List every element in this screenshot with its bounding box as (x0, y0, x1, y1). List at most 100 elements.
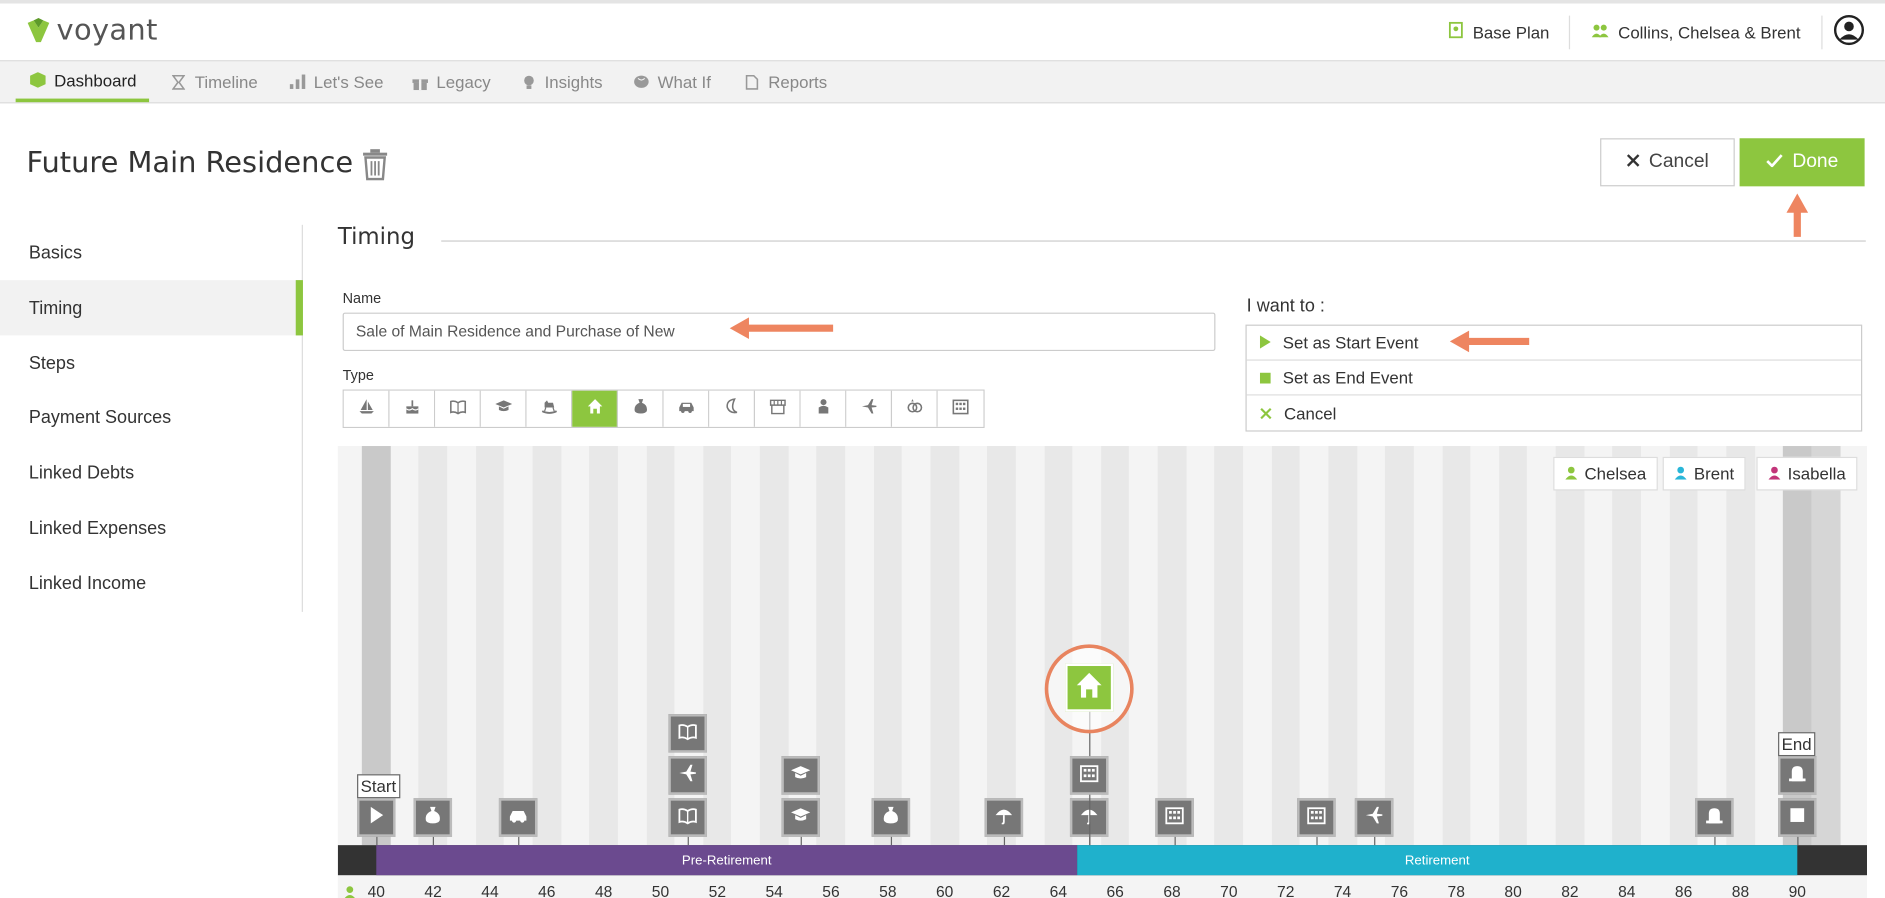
timeline-event-play[interactable] (357, 798, 396, 837)
sidebar-item-payment-sources[interactable]: Payment Sources (0, 390, 303, 445)
house-icon (1075, 670, 1104, 705)
type-option-plane[interactable] (846, 390, 893, 427)
sidebar-item-linked-debts[interactable]: Linked Debts (0, 445, 303, 500)
sidebar-item-steps[interactable]: Steps (0, 335, 303, 390)
tab-lets-see[interactable]: Let's See (289, 61, 383, 102)
tab-label: Dashboard (54, 70, 137, 90)
type-option-rings[interactable] (892, 390, 938, 427)
tab-reports[interactable]: Reports (744, 61, 827, 102)
timeline-event-stop[interactable] (1778, 798, 1817, 837)
axis-tick-label: 52 (708, 882, 727, 898)
sidebar-item-basics[interactable]: Basics (0, 225, 303, 280)
type-option-rocking-horse[interactable] (526, 390, 573, 427)
timeline-event-building[interactable] (1155, 798, 1195, 837)
axis-tick-label: 78 (1447, 882, 1465, 898)
timeline-event-book[interactable] (668, 714, 707, 753)
timeline-event-building[interactable] (1070, 756, 1109, 795)
member-name: Isabella (1787, 464, 1846, 484)
type-option-book[interactable] (435, 390, 481, 427)
member-chip-isabella[interactable]: Isabella (1756, 456, 1858, 491)
done-button[interactable]: Done (1739, 138, 1865, 187)
start-flag: Start (357, 774, 400, 799)
client-button[interactable]: Collins, Chelsea & Brent (1591, 4, 1801, 61)
type-option-house[interactable] (572, 390, 618, 427)
tombstone-icon (1788, 763, 1807, 788)
logo-text: voyant (56, 13, 158, 47)
type-option-building[interactable] (937, 390, 984, 427)
type-option-boat[interactable] (343, 390, 390, 427)
tab-what-if[interactable]: What If (634, 61, 711, 102)
sidebar-item-timing[interactable]: Timing (0, 280, 303, 336)
axis-tick-label: 56 (822, 882, 840, 898)
tab-timeline[interactable]: Timeline (171, 61, 258, 102)
type-option-graduation-cap[interactable] (480, 390, 527, 427)
type-option-money-bag[interactable] (617, 390, 664, 427)
type-option-car[interactable] (663, 390, 710, 427)
name-label: Name (342, 289, 382, 307)
timeline-event-car[interactable] (499, 798, 538, 837)
base-plan-button[interactable]: Base Plan (1448, 4, 1549, 61)
type-option-person[interactable] (800, 390, 847, 427)
type-option-cake[interactable] (389, 390, 436, 427)
sidebar-item-linked-expenses[interactable]: Linked Expenses (0, 500, 303, 555)
axis-tick-label: 74 (1333, 882, 1352, 898)
plane-icon (1364, 805, 1383, 830)
check-icon (1766, 151, 1783, 173)
timeline-event-tombstone[interactable] (1695, 798, 1735, 837)
year-stripe (930, 446, 959, 846)
timeline-event-money-bag[interactable] (413, 798, 453, 837)
section-divider (441, 240, 1866, 242)
axis-tick-label: 64 (1049, 882, 1068, 898)
timeline-event-umbrella[interactable] (985, 798, 1024, 837)
timeline-event-graduation-cap[interactable] (781, 756, 821, 795)
money-bag-icon (881, 805, 900, 830)
axis-tick-label: 50 (651, 882, 670, 898)
timeline-event-building[interactable] (1297, 798, 1337, 837)
sidebar: Basics Timing Steps Payment Sources Link… (0, 224, 303, 612)
logo[interactable]: voyant (26, 16, 157, 45)
event-stem (1797, 836, 1799, 846)
timeline-event-selected-house[interactable] (1065, 663, 1114, 712)
cancel-option[interactable]: Cancel (1247, 396, 1861, 431)
building-icon (1165, 805, 1185, 830)
section-title: Timing (337, 223, 416, 251)
graduation-cap-icon (494, 397, 512, 420)
cancel-button[interactable]: Cancel (1600, 138, 1735, 187)
plane-icon (860, 397, 877, 420)
year-stripe (1271, 446, 1300, 846)
year-stripe (589, 446, 618, 846)
set-end-event-option[interactable]: Set as End Event (1246, 361, 1862, 396)
graduation-cap-icon (791, 805, 811, 830)
timeline-event-plane[interactable] (668, 756, 707, 795)
tab-dashboard[interactable]: Dashboard (15, 61, 149, 103)
timeline-event-graduation-cap[interactable] (781, 798, 821, 837)
trash-icon[interactable] (362, 149, 388, 186)
type-option-moon[interactable] (709, 390, 755, 427)
type-option-store[interactable] (754, 390, 801, 427)
event-stem (433, 836, 435, 846)
building-icon (1080, 763, 1099, 788)
tab-legacy[interactable]: Legacy (412, 61, 491, 102)
member-chip-chelsea[interactable]: Chelsea (1553, 456, 1659, 491)
axis-tick-label: 48 (594, 882, 613, 898)
event-stem (1373, 836, 1376, 846)
member-name: Brent (1693, 464, 1735, 484)
year-stripe (1044, 446, 1073, 846)
tab-label: What If (657, 72, 711, 92)
timeline-event-tombstone[interactable] (1778, 756, 1817, 795)
year-stripe (1555, 446, 1585, 846)
tab-label: Timeline (194, 72, 258, 92)
timeline-event-book[interactable] (668, 798, 707, 837)
account-button[interactable] (1833, 4, 1865, 61)
sidebar-item-linked-income[interactable]: Linked Income (0, 555, 303, 610)
money-bag-icon (632, 397, 649, 420)
top-header: voyant Base Plan Collins, Chelsea & Bren… (0, 3, 1885, 61)
option-label: Cancel (1283, 403, 1337, 423)
timeline-event-money-bag[interactable] (871, 798, 910, 837)
timeline-event-plane[interactable] (1354, 798, 1394, 837)
set-start-event-option[interactable]: Set as Start Event (1246, 326, 1862, 361)
year-stripe (987, 446, 1016, 846)
member-chip-brent[interactable]: Brent (1662, 456, 1747, 491)
year-stripe (1442, 446, 1471, 846)
tab-insights[interactable]: Insights (521, 61, 603, 102)
